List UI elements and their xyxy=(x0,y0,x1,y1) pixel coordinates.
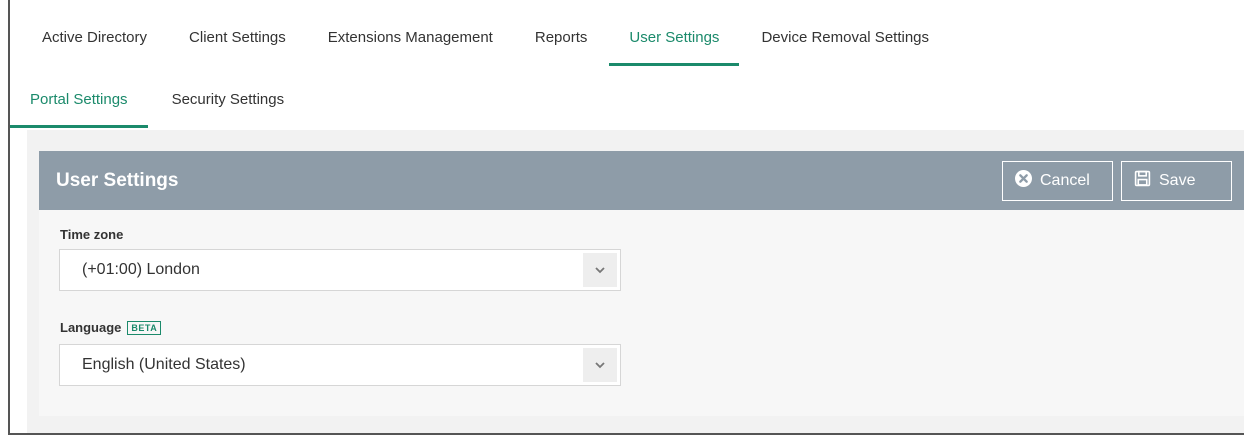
tab-portal-settings[interactable]: Portal Settings xyxy=(10,70,148,128)
tab-label: Portal Settings xyxy=(30,90,128,108)
chevron-down-icon[interactable] xyxy=(583,348,617,382)
tab-label: User Settings xyxy=(629,28,720,46)
tab-user-settings[interactable]: User Settings xyxy=(609,8,740,66)
save-button[interactable]: Save xyxy=(1121,161,1232,201)
language-label: Language BETA xyxy=(60,320,162,335)
settings-content: User Settings Cancel Save Time zone (+01… xyxy=(27,130,1244,433)
tab-reports[interactable]: Reports xyxy=(515,8,608,66)
tab-label: Client Settings xyxy=(189,28,286,46)
tab-security-settings[interactable]: Security Settings xyxy=(152,70,305,128)
secondary-tabs: Portal Settings Security Settings xyxy=(10,70,304,128)
save-label: Save xyxy=(1159,172,1196,189)
tab-extensions-management[interactable]: Extensions Management xyxy=(308,8,513,66)
timezone-label-text: Time zone xyxy=(60,227,124,242)
chevron-down-icon[interactable] xyxy=(583,253,617,287)
panel-header: User Settings Cancel Save xyxy=(39,151,1244,210)
settings-frame: Active Directory Client Settings Extensi… xyxy=(8,0,1244,435)
language-select[interactable]: English (United States) xyxy=(59,344,621,386)
user-settings-form: Time zone (+01:00) London Language BETA … xyxy=(39,210,1244,416)
primary-tabs: Active Directory Client Settings Extensi… xyxy=(22,8,949,66)
panel-actions: Cancel Save xyxy=(1002,161,1232,201)
tab-label: Security Settings xyxy=(171,90,285,108)
language-value: English (United States) xyxy=(82,356,246,373)
tab-active-directory[interactable]: Active Directory xyxy=(22,8,167,66)
tab-device-removal-settings[interactable]: Device Removal Settings xyxy=(741,8,949,66)
tab-label: Active Directory xyxy=(42,28,148,46)
timezone-select[interactable]: (+01:00) London xyxy=(59,249,621,291)
tab-label: Reports xyxy=(534,28,588,46)
cancel-label: Cancel xyxy=(1040,172,1090,189)
tab-label: Device Removal Settings xyxy=(761,28,930,46)
language-label-text: Language xyxy=(60,320,122,335)
cancel-circle-icon xyxy=(1015,170,1032,192)
cancel-button[interactable]: Cancel xyxy=(1002,161,1113,201)
tab-label: Extensions Management xyxy=(327,28,493,46)
timezone-label: Time zone xyxy=(60,227,123,242)
floppy-disk-icon xyxy=(1134,170,1151,192)
beta-badge: BETA xyxy=(127,320,162,335)
tab-client-settings[interactable]: Client Settings xyxy=(169,8,306,66)
timezone-value: (+01:00) London xyxy=(82,261,200,278)
panel-title: User Settings xyxy=(56,169,179,191)
